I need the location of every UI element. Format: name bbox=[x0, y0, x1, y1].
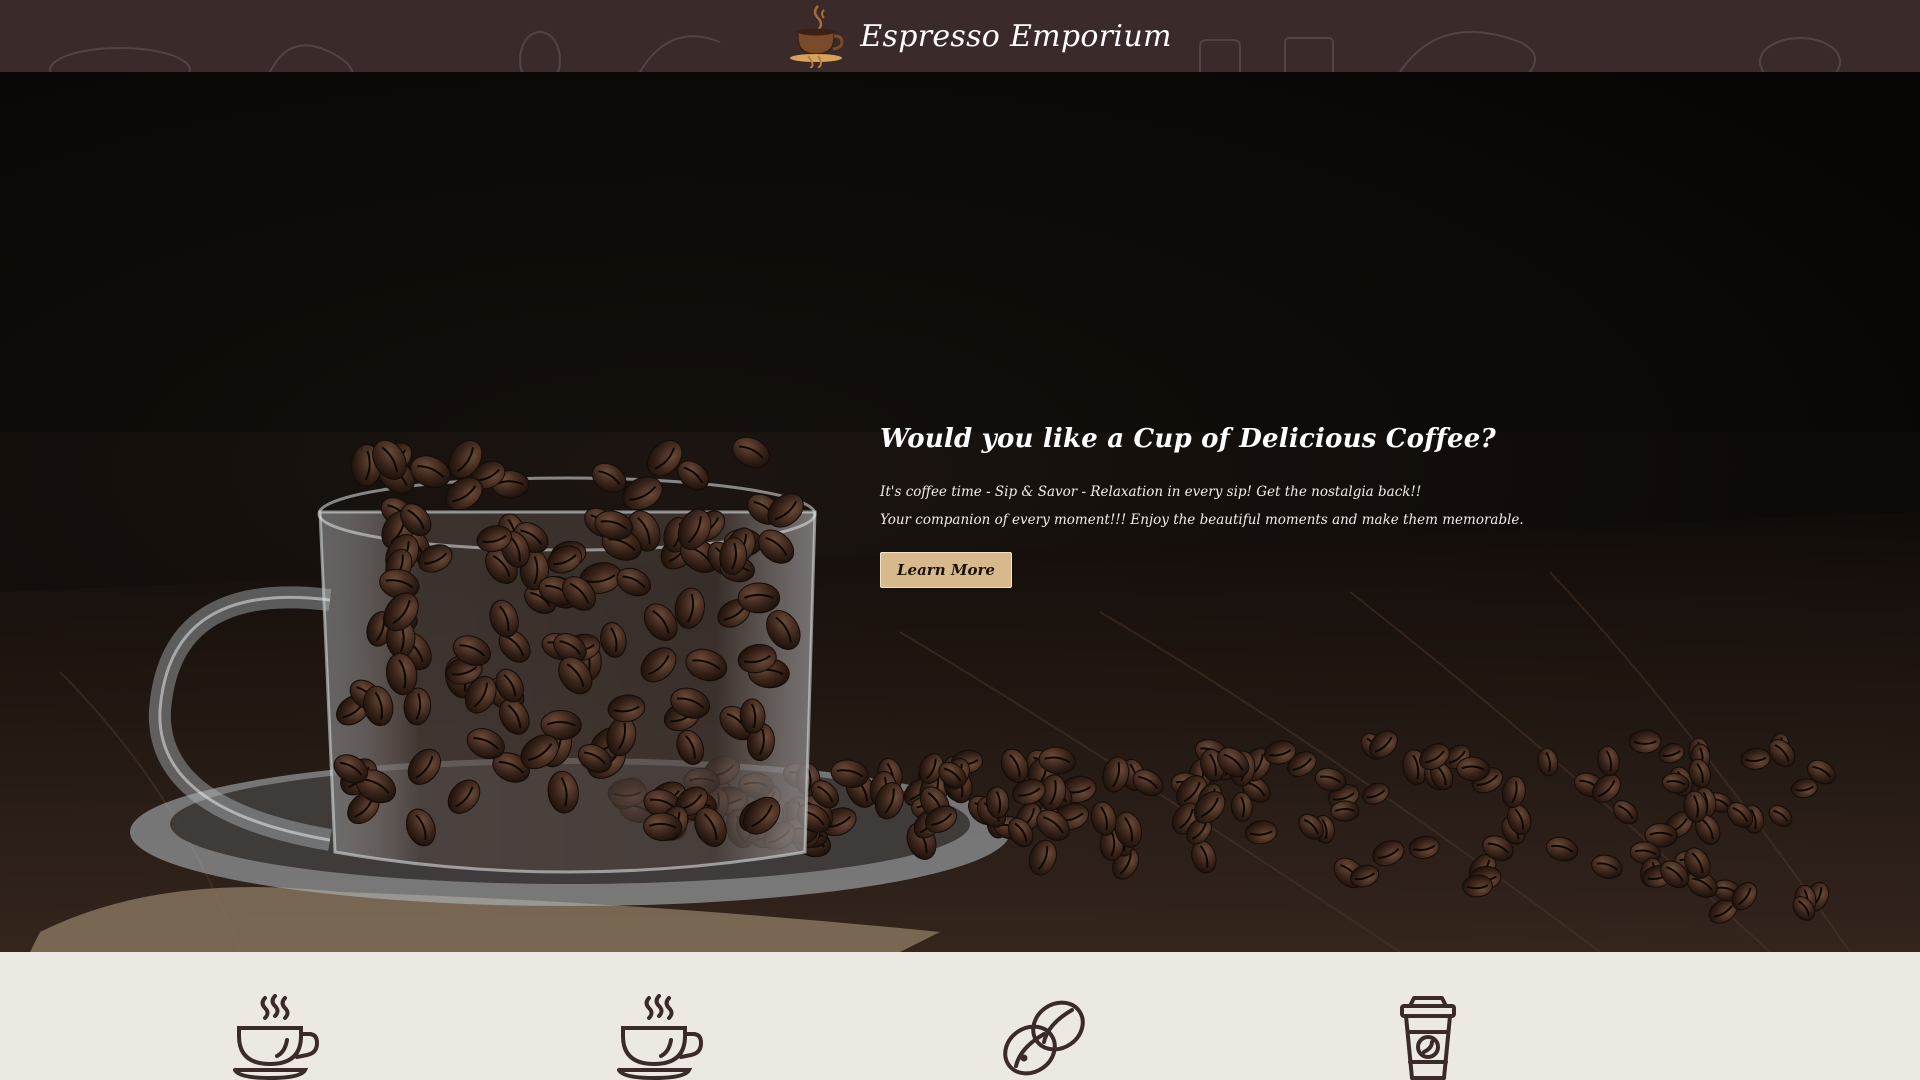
feature-item bbox=[225, 994, 325, 1080]
hero-content: Would you like a Cup of Delicious Coffee… bbox=[880, 424, 1580, 588]
hero-description-line-1: It's coffee time - Sip & Savor - Relaxat… bbox=[880, 484, 1422, 500]
feature-item bbox=[609, 994, 709, 1080]
features-section bbox=[0, 952, 1920, 1080]
coffee-bean-shape bbox=[732, 436, 771, 468]
coffee-cup-logo-icon bbox=[790, 5, 844, 68]
brand-name: Espresso Emporium bbox=[860, 18, 1172, 54]
coffee-bean-shape bbox=[1330, 800, 1360, 822]
hero-title: Would you like a Cup of Delicious Coffee… bbox=[880, 424, 1496, 454]
brand[interactable]: Espresso Emporium bbox=[788, 4, 1171, 68]
hot-coffee-cup-icon bbox=[233, 994, 320, 1080]
feature-item bbox=[994, 994, 1094, 1080]
hero-section: Would you like a Cup of Delicious Coffee… bbox=[0, 72, 1920, 952]
takeaway-coffee-cup-icon bbox=[1400, 996, 1456, 1080]
hot-coffee-mug-icon bbox=[617, 994, 704, 1080]
coffee-bean-shape bbox=[1628, 729, 1662, 754]
coffee-bean-icon bbox=[1003, 1000, 1085, 1076]
site-header: Espresso Emporium bbox=[0, 0, 1920, 72]
hero-description-line-2: Your companion of every moment!!! Enjoy … bbox=[880, 512, 1524, 528]
learn-more-button[interactable]: Learn More bbox=[880, 552, 1012, 588]
coffee-bean-shape bbox=[737, 582, 781, 614]
feature-item bbox=[1378, 994, 1478, 1080]
